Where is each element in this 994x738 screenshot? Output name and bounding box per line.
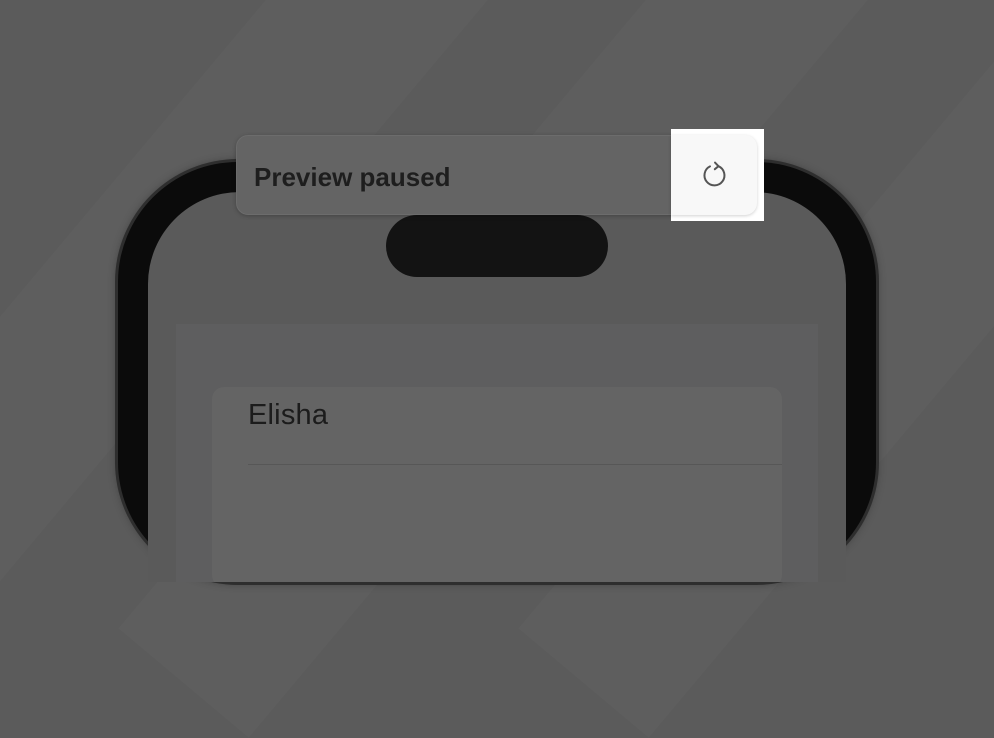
preview-status-label: Preview paused [254,162,451,192]
device-screen: Elisha [148,192,846,582]
refresh-button[interactable] [671,135,757,215]
device-frame: Elisha [118,162,876,582]
list-item[interactable]: Elisha [248,399,328,432]
dynamic-island [386,215,608,277]
list-card: Elisha [212,387,782,582]
refresh-icon [703,161,726,187]
list-divider [248,464,782,465]
app-content: Elisha [176,324,818,582]
